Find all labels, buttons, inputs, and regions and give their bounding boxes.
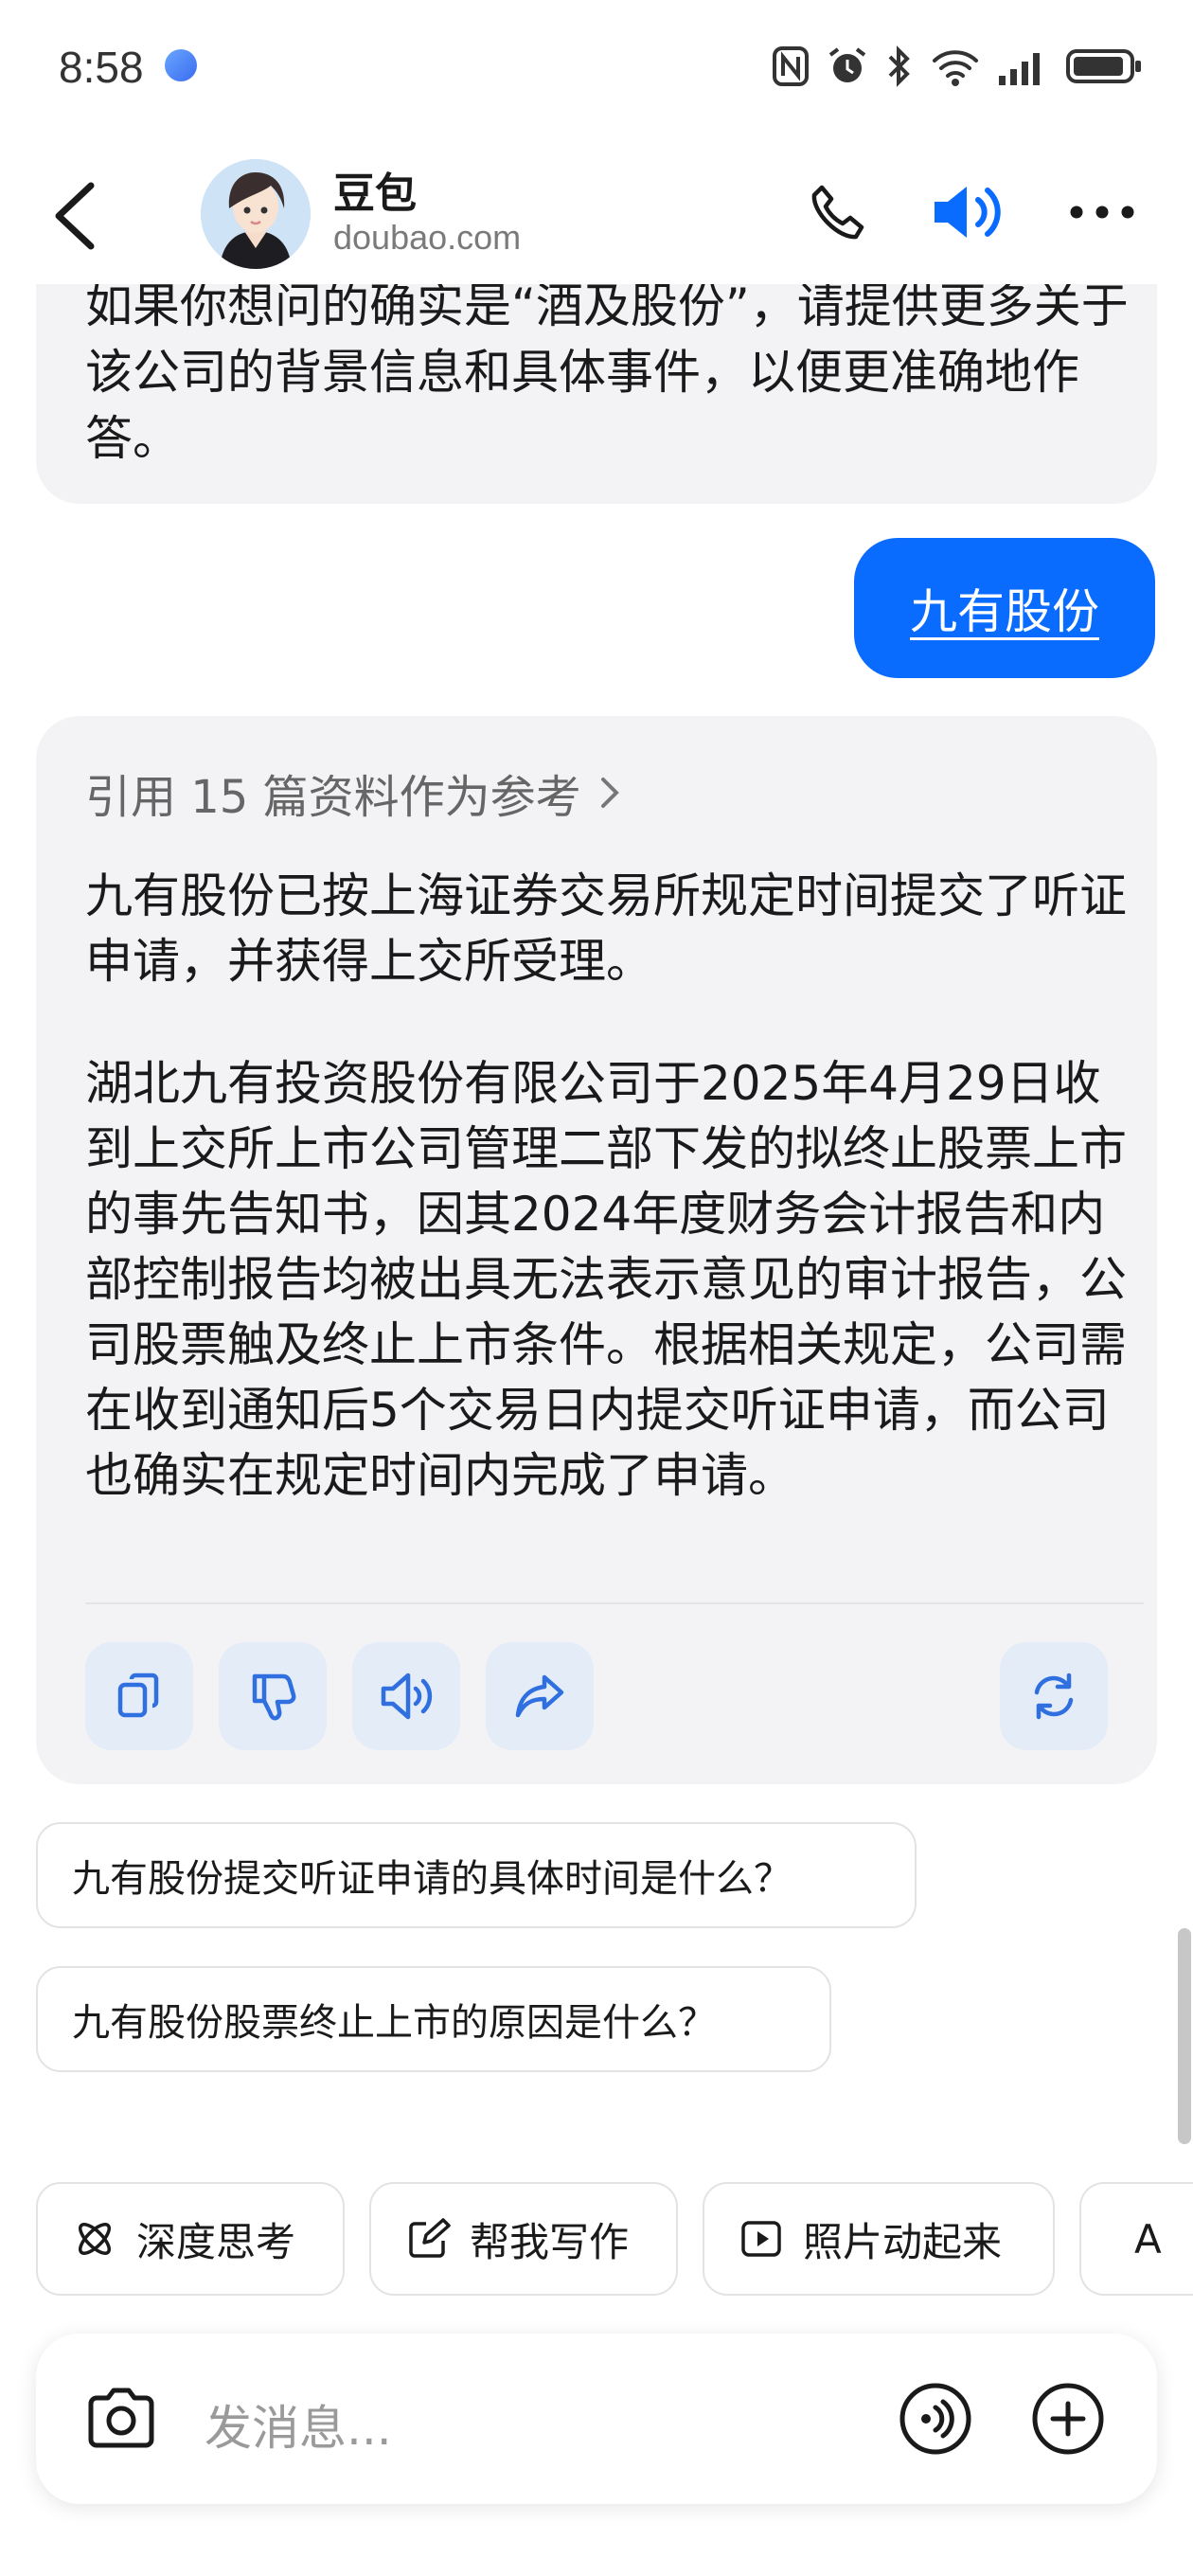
chevron-right-icon bbox=[600, 778, 619, 808]
voice-input-icon[interactable] bbox=[898, 2381, 973, 2457]
more-button[interactable] bbox=[1064, 178, 1140, 246]
play-icon bbox=[741, 2221, 781, 2257]
scrollbar[interactable] bbox=[1178, 1928, 1191, 2144]
signal-icon bbox=[999, 53, 1040, 85]
answer-bubble: 引用 15 篇资料作为参考 九有股份已按上海证券交易所规定时间提交了听证申请，并… bbox=[36, 716, 1157, 1784]
atom-icon bbox=[79, 2223, 111, 2255]
previous-reply-text: 如果你想问的确实是“酒及股份”，请提供更多关于该公司的背景信息和具体事件，以便更… bbox=[85, 284, 1129, 466]
phone-call-button[interactable] bbox=[797, 178, 873, 246]
message-input-bar: 发消息... bbox=[36, 2334, 1157, 2504]
chip-label: A bbox=[1134, 2215, 1162, 2263]
regenerate-icon bbox=[1034, 1673, 1074, 1720]
music-icon bbox=[165, 49, 197, 81]
more-icon bbox=[1070, 206, 1134, 219]
share-button[interactable] bbox=[486, 1642, 594, 1750]
plus-icon[interactable] bbox=[1030, 2381, 1106, 2457]
phone-icon bbox=[811, 185, 864, 240]
bluetooth-icon bbox=[888, 45, 910, 87]
chip-animate-photo[interactable]: 照片动起来 bbox=[703, 2182, 1055, 2296]
alarm-icon bbox=[828, 47, 866, 82]
chip-label: 帮我写作 bbox=[470, 2218, 630, 2265]
edit-icon bbox=[409, 2218, 451, 2258]
chip-help-write[interactable]: 帮我写作 bbox=[369, 2182, 678, 2296]
chip-image[interactable]: A bbox=[1079, 2182, 1193, 2296]
reference-link[interactable]: 引用 15 篇资料作为参考 bbox=[85, 760, 621, 826]
bot-name: 豆包 bbox=[333, 170, 417, 218]
dislike-button[interactable] bbox=[219, 1642, 327, 1750]
status-icons bbox=[772, 42, 1143, 91]
speaker-icon bbox=[381, 1673, 433, 1720]
bot-domain: doubao.com bbox=[333, 218, 522, 257]
chip-label: 照片动起来 bbox=[803, 2218, 1003, 2265]
user-message-text: 九有股份 bbox=[910, 584, 1099, 639]
camera-icon[interactable] bbox=[83, 2383, 159, 2455]
status-time: 8:58 bbox=[59, 43, 144, 92]
regenerate-button[interactable] bbox=[1000, 1642, 1108, 1750]
speaker-icon bbox=[935, 187, 1001, 238]
user-message-bubble[interactable]: 九有股份 bbox=[854, 538, 1155, 678]
read-aloud-button[interactable] bbox=[352, 1642, 460, 1750]
back-icon[interactable] bbox=[49, 178, 102, 254]
chip-label: 深度思考 bbox=[136, 2218, 296, 2265]
suggested-question-1[interactable]: 九有股份提交听证申请的具体时间是什么？ bbox=[36, 1822, 917, 1928]
answer-paragraph-1: 九有股份已按上海证券交易所规定时间提交了听证申请，并获得上交所受理。 bbox=[85, 868, 1127, 989]
answer-paragraph-2: 湖北九有投资股份有限公司于2025年4月29日收到上交所上市公司管理二部下发的拟… bbox=[85, 1056, 1127, 1503]
thumbs-down-icon bbox=[252, 1673, 296, 1721]
voice-read-button[interactable] bbox=[924, 178, 1009, 246]
message-input[interactable]: 发消息... bbox=[205, 2390, 392, 2459]
chip-deep-think[interactable]: 深度思考 bbox=[36, 2182, 345, 2296]
nfc-icon bbox=[773, 46, 809, 86]
suggested-question-2[interactable]: 九有股份股票终止上市的原因是什么？ bbox=[36, 1966, 831, 2072]
previous-reply-bubble: 如果你想问的确实是“酒及股份”，请提供更多关于该公司的背景信息和具体事件，以便更… bbox=[36, 284, 1157, 504]
wifi-icon bbox=[933, 50, 978, 86]
divider bbox=[85, 1602, 1144, 1604]
copy-button[interactable] bbox=[85, 1642, 193, 1750]
share-icon bbox=[515, 1674, 564, 1718]
copy-icon bbox=[117, 1673, 159, 1718]
reference-text: 引用 15 篇资料作为参考 bbox=[85, 771, 581, 824]
battery-icon bbox=[1066, 49, 1141, 83]
avatar[interactable] bbox=[201, 159, 311, 269]
